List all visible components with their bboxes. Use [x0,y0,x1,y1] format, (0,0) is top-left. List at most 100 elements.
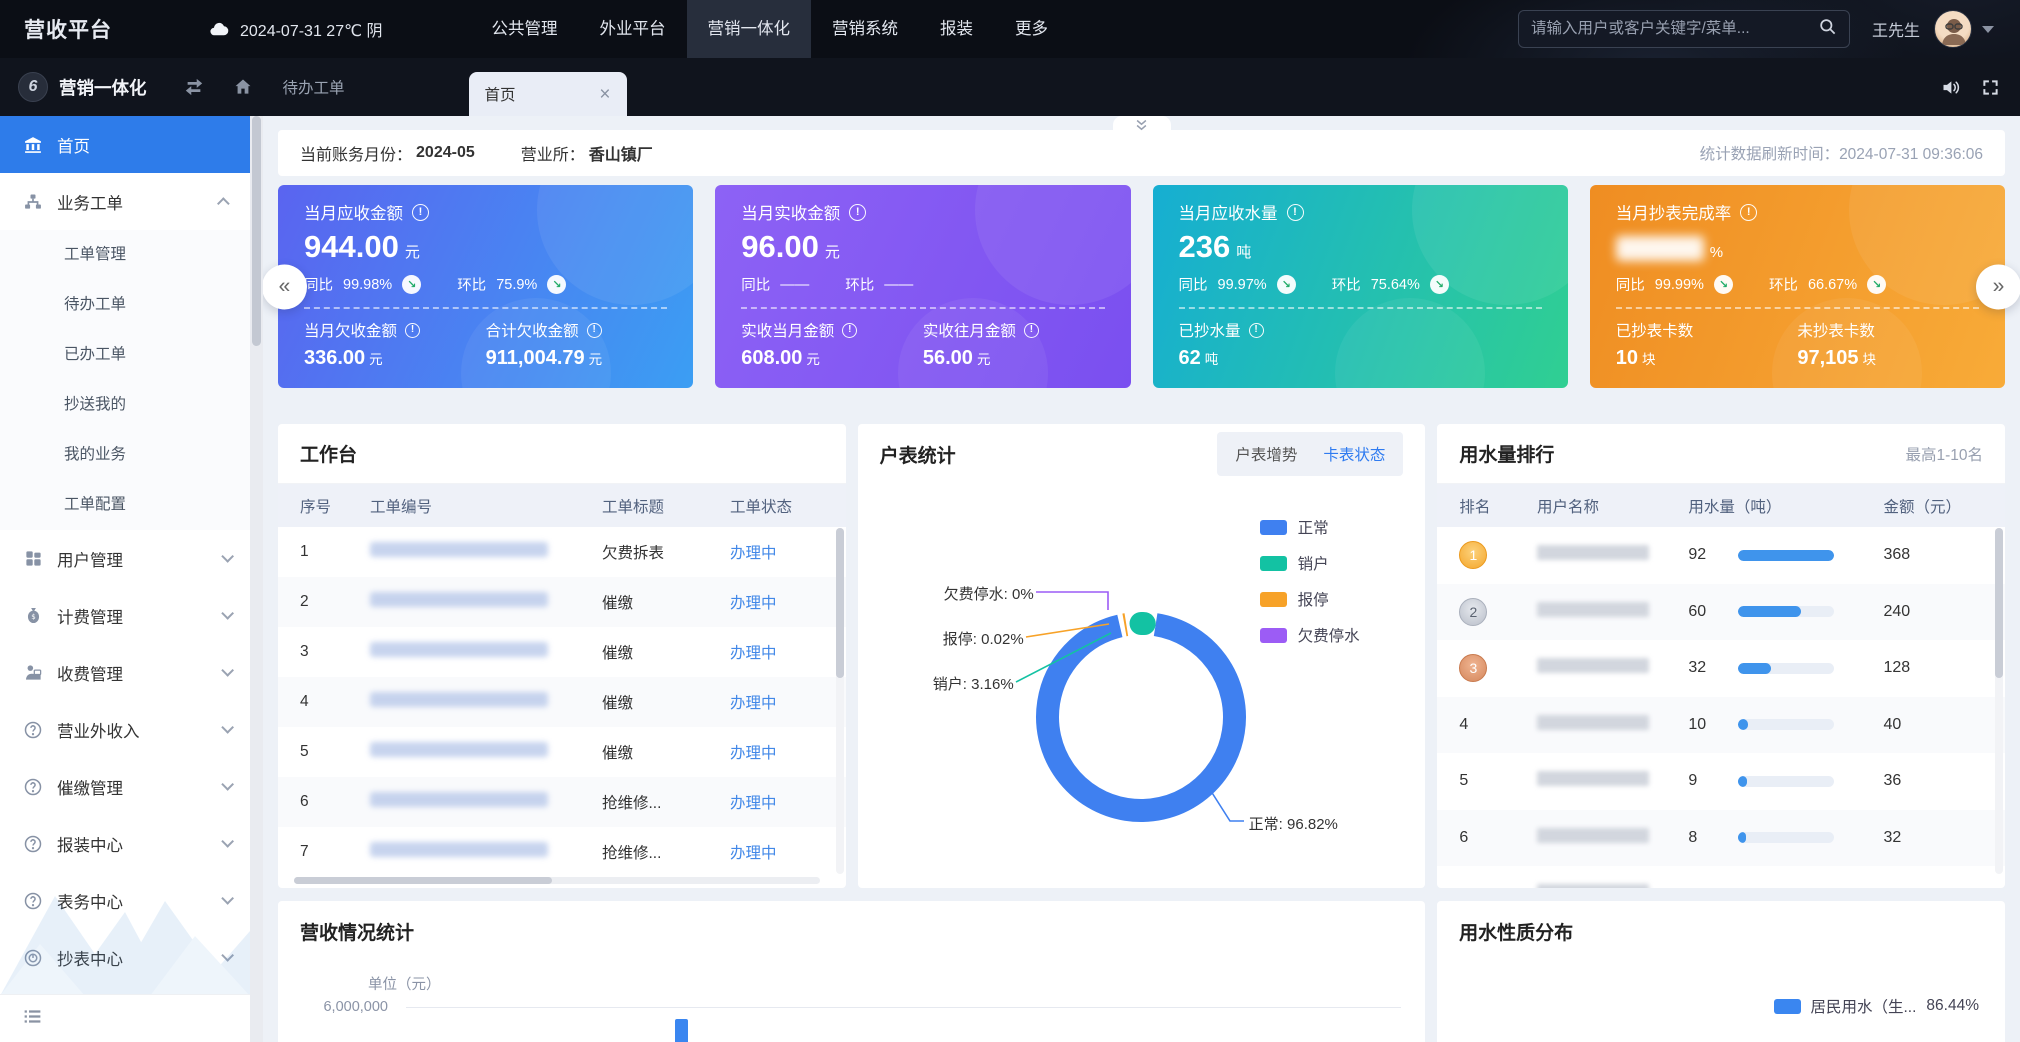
table-row-partial[interactable] [1437,866,2005,888]
table-row[interactable]: 1欠费拆表办理中 [278,527,846,577]
status-link[interactable]: 办理中 [730,691,820,713]
sidebar-item-order-mgmt[interactable]: 工单管理 [0,230,250,280]
nav-marketing-system[interactable]: 营销系统 [811,0,919,58]
table-row[interactable]: 2催缴办理中 [278,577,846,627]
table-row[interactable]: 4催缴办理中 [278,677,846,727]
carousel-prev-button[interactable]: « [263,264,307,309]
card-value: 236 [1179,229,1231,264]
scrollbar-thumb[interactable] [1995,528,2003,678]
sidebar-scrollbar-thumb[interactable] [252,116,261,346]
carousel-next-button[interactable]: » [1976,264,2020,309]
info-icon[interactable]: ! [1024,323,1039,338]
table-row[interactable]: 4 10 40 [1437,697,2005,754]
legend-item[interactable]: 欠费停水 [1260,624,1360,646]
silver-medal-icon: 2 [1459,598,1487,626]
sidebar-item-business-orders[interactable]: 业务工单 [0,173,250,230]
global-search[interactable] [1518,10,1850,48]
info-icon[interactable]: ! [1287,204,1304,221]
sound-icon[interactable] [1940,77,1961,98]
info-icon[interactable]: ! [1249,323,1264,338]
table-row[interactable]: 1 92 368 [1437,527,2005,584]
nav-marketing-integration[interactable]: 营销一体化 [687,0,812,58]
search-icon[interactable] [1818,17,1837,41]
sidebar-item-meter-reading-center[interactable]: 抄表中心 [0,929,250,986]
card-unit: 元 [825,244,840,261]
sidebar-item-meter-affairs-center[interactable]: 表务中心 [0,872,250,929]
status-link[interactable]: 办理中 [730,541,820,563]
nature-legend-item[interactable]: 居民用水（生... 86.44% [1774,995,1980,1017]
table-row[interactable]: 5 9 36 [1437,753,2005,810]
usage-bar [1738,776,1747,787]
card-sub-label: 实收往月金额 [923,319,1016,341]
user-name[interactable]: 王先生 [1872,17,1920,41]
mom-value: 66.67% [1808,277,1857,293]
status-link[interactable]: 办理中 [730,591,820,613]
sidebar-item-fee-mgmt[interactable]: 收费管理 [0,644,250,701]
status-link[interactable]: 办理中 [730,641,820,663]
subbar-actions [1940,77,2000,98]
nav-public-mgmt[interactable]: 公共管理 [471,0,579,58]
legend-value: 86.44% [1926,997,1979,1015]
table-row[interactable]: 3催缴办理中 [278,627,846,677]
table-row[interactable]: 6 8 32 [1437,810,2005,867]
ranking-vertical-scrollbar[interactable] [1995,528,2003,874]
menu-list-icon[interactable] [22,1006,43,1032]
yoy-label: 同比 [1616,274,1645,295]
status-link[interactable]: 办理中 [730,791,820,813]
redacted-user-name [1537,771,1649,786]
sidebar-scrollbar[interactable] [250,116,263,1042]
table-row[interactable]: 3 32 128 [1437,640,2005,697]
status-link[interactable]: 办理中 [730,841,820,863]
chevron-down-icon [221,892,234,905]
scrollbar-thumb[interactable] [836,528,844,678]
table-row[interactable]: 7抢维修...办理中 [278,827,846,877]
sidebar-item-nonop-income[interactable]: 营业外收入 [0,701,250,758]
info-icon[interactable]: ! [587,323,602,338]
sidebar-item-installation-center[interactable]: 报装中心 [0,815,250,872]
scrollbar-thumb[interactable] [294,877,552,884]
tab-card-meter-status[interactable]: 卡表状态 [1323,443,1385,465]
nav-field-platform[interactable]: 外业平台 [579,0,687,58]
nav-installation[interactable]: 报装 [919,0,994,58]
collapse-notch[interactable] [1113,116,1171,132]
info-icon[interactable]: ! [412,204,429,221]
info-icon[interactable]: ! [405,323,420,338]
col-amount: 金额（元） [1883,495,1983,517]
workbench-vertical-scrollbar[interactable] [836,528,844,874]
legend-item[interactable]: 报停 [1260,588,1360,610]
legend-item[interactable]: 销户 [1260,552,1360,574]
home-icon[interactable] [233,77,253,97]
bottom-row: 营收情况统计 单位（元） 6,000,000 用水性质分布 居民用水（生... … [278,901,2005,1042]
table-row[interactable]: 2 60 240 [1437,584,2005,641]
search-input[interactable] [1531,20,1818,38]
tab-home[interactable]: 首页 × [469,72,627,116]
info-icon[interactable]: ! [849,204,866,221]
fullscreen-icon[interactable] [1981,78,2000,97]
tab-meter-growth[interactable]: 户表增势 [1235,443,1297,465]
info-icon[interactable]: ! [842,323,857,338]
tab-close-icon[interactable]: × [599,85,610,104]
sidebar-item-billing-mgmt[interactable]: $ 计费管理 [0,587,250,644]
avatar[interactable] [1934,10,1972,48]
sidebar-item-order-config[interactable]: 工单配置 [0,480,250,530]
table-row[interactable]: 6抢维修...办理中 [278,777,846,827]
sidebar-item-collection-mgmt[interactable]: 催缴管理 [0,758,250,815]
legend-item[interactable]: 正常 [1260,516,1360,538]
chevron-down-icon [221,664,234,677]
status-link[interactable]: 办理中 [730,741,820,763]
switch-app-icon[interactable] [183,77,205,97]
legend-swatch-closed [1260,556,1287,571]
sidebar-item-home[interactable]: 首页 [0,116,250,173]
sidebar-item-user-mgmt[interactable]: 用户管理 [0,530,250,587]
user-menu-caret-icon[interactable] [1982,26,1994,33]
sidebar-item-my-business[interactable]: 我的业务 [0,430,250,480]
quick-link-todo-orders[interactable]: 待办工单 [283,76,345,98]
sidebar-item-cc-me[interactable]: 抄送我的 [0,380,250,430]
workbench-horizontal-scrollbar[interactable] [294,877,820,884]
table-row[interactable]: 5催缴办理中 [278,727,846,777]
sidebar-item-done-orders[interactable]: 已办工单 [0,330,250,380]
sidebar-item-todo-orders[interactable]: 待办工单 [0,280,250,330]
nav-more[interactable]: 更多 [994,0,1069,58]
info-icon[interactable]: ! [1740,204,1757,221]
mom-label: 环比 [1769,274,1798,295]
